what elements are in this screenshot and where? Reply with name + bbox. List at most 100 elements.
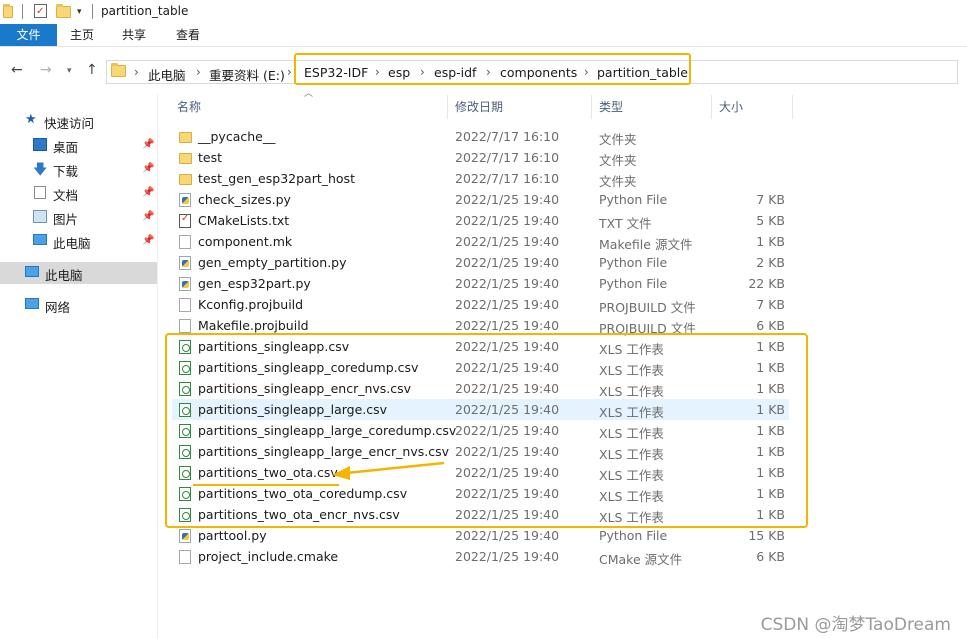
folder-icon [179, 174, 192, 185]
file-date: 2022/1/25 19:40 [455, 255, 560, 270]
file-row[interactable]: component.mk 2022/1/25 19:40 Makefile 源文… [172, 231, 789, 252]
annotation-arrow-icon [332, 461, 445, 480]
pin-icon[interactable]: 📌 [142, 211, 154, 222]
file-type: 文件夹 [599, 132, 637, 147]
annotation-underline [193, 484, 339, 486]
pictures-icon [33, 210, 47, 223]
file-row[interactable]: project_include.cmake 2022/1/25 19:40 CM… [172, 546, 789, 567]
back-arrow-icon[interactable]: ← [11, 62, 23, 78]
pin-icon[interactable]: 📌 [142, 139, 154, 150]
file-date: 2022/1/25 19:40 [455, 276, 560, 291]
sidebar-item-label: 下载 [53, 164, 79, 179]
file-name: parttool.py [198, 528, 267, 543]
forward-arrow-icon[interactable]: → [40, 62, 52, 78]
sidebar-item-label: 桌面 [53, 140, 79, 155]
column-divider[interactable] [711, 95, 712, 119]
sidebar-item-pictures[interactable]: 图片 📌 [0, 206, 157, 228]
file-row[interactable]: parttool.py 2022/1/25 19:40 Python File … [172, 525, 789, 546]
file-name: test [198, 150, 223, 165]
column-divider[interactable] [447, 95, 448, 119]
csv-files-highlight-box [165, 333, 808, 528]
file-row[interactable]: gen_esp32part.py 2022/1/25 19:40 Python … [172, 273, 789, 294]
file-size: 15 KB [748, 528, 785, 543]
tab-share[interactable]: 共享 [112, 24, 156, 46]
title-bar: ✓ ▾ partition_table [0, 0, 967, 24]
file-type: TXT 文件 [599, 216, 652, 231]
sidebar-item-documents[interactable]: 文档 📌 [0, 182, 157, 204]
divider [92, 4, 93, 19]
document-icon [179, 319, 191, 333]
sidebar-item-label: 此电脑 [53, 236, 91, 251]
file-row[interactable]: CMakeLists.txt 2022/1/25 19:40 TXT 文件 5 … [172, 210, 789, 231]
file-name: Kconfig.projbuild [198, 297, 304, 312]
breadcrumb-drive-e[interactable]: 重要资料 (E:) [209, 65, 285, 84]
address-highlight-box [294, 53, 691, 85]
sidebar-item-label: 此电脑 [45, 268, 83, 283]
file-size: 7 KB [756, 192, 785, 207]
file-type: PROJBUILD 文件 [599, 300, 696, 315]
pin-icon[interactable]: 📌 [142, 235, 154, 246]
folder-icon [179, 132, 192, 143]
sidebar-item-this-pc-pinned[interactable]: 此电脑 📌 [0, 230, 157, 252]
sidebar-item-desktop[interactable]: 桌面 📌 [0, 134, 157, 156]
column-header-size[interactable]: 大小 [719, 98, 743, 115]
window-title: partition_table [101, 4, 189, 18]
sidebar-item-this-pc[interactable]: 此电脑 [0, 262, 157, 284]
watermark: CSDN @淘梦TaoDream [760, 615, 951, 635]
file-size: 1 KB [756, 234, 785, 249]
text-file-icon [179, 213, 191, 228]
network-icon [25, 298, 39, 309]
recent-locations-chevron-icon[interactable]: ▾ [67, 66, 72, 76]
chevron-down-icon[interactable]: ▾ [77, 4, 82, 20]
breadcrumb-this-pc[interactable]: 此电脑 [148, 65, 186, 84]
file-row[interactable]: test 2022/7/17 16:10 文件夹 [172, 147, 789, 168]
file-date: 2022/1/25 19:40 [455, 549, 560, 564]
file-name: component.mk [198, 234, 293, 249]
up-arrow-icon[interactable]: ↑ [86, 62, 98, 78]
python-file-icon [179, 193, 191, 207]
file-name: gen_empty_partition.py [198, 255, 347, 270]
file-date: 2022/1/25 19:40 [455, 297, 560, 312]
file-date: 2022/7/17 16:10 [455, 171, 560, 186]
file-row[interactable]: test_gen_esp32part_host 2022/7/17 16:10 … [172, 168, 789, 189]
python-file-icon [179, 256, 191, 270]
pin-icon[interactable]: 📌 [142, 163, 154, 174]
tab-view[interactable]: 查看 [166, 24, 210, 46]
sidebar-item-label: 图片 [53, 212, 79, 227]
file-row[interactable]: __pycache__ 2022/7/17 16:10 文件夹 [172, 126, 789, 147]
tab-file[interactable]: 文件 [0, 24, 57, 46]
column-header-date[interactable]: 修改日期 [455, 98, 503, 115]
file-type: Makefile 源文件 [599, 237, 693, 252]
file-type: CMake 源文件 [599, 552, 683, 567]
file-size: 2 KB [756, 255, 785, 270]
tab-home[interactable]: 主页 [60, 24, 104, 46]
computer-icon [33, 234, 47, 245]
file-row[interactable]: gen_empty_partition.py 2022/1/25 19:40 P… [172, 252, 789, 273]
column-divider[interactable] [591, 95, 592, 119]
folder-icon [179, 153, 192, 164]
column-header-name[interactable]: 名称 [177, 98, 201, 115]
column-divider[interactable] [792, 95, 793, 119]
file-name: project_include.cmake [198, 549, 339, 564]
file-date: 2022/1/25 19:40 [455, 213, 560, 228]
file-type: 文件夹 [599, 174, 637, 189]
document-icon [179, 550, 191, 564]
file-type: Python File [599, 528, 668, 543]
document-icon [179, 235, 191, 249]
file-type: 文件夹 [599, 153, 637, 168]
column-header-type[interactable]: 类型 [599, 98, 623, 115]
sort-up-icon: ︿ [304, 89, 314, 99]
file-row[interactable]: Kconfig.projbuild 2022/1/25 19:40 PROJBU… [172, 294, 789, 315]
file-date: 2022/7/17 16:10 [455, 150, 560, 165]
properties-icon[interactable]: ✓ [34, 4, 47, 18]
file-date: 2022/1/25 19:40 [455, 234, 560, 249]
file-size: 7 KB [756, 297, 785, 312]
file-date: 2022/1/25 19:40 [455, 528, 560, 543]
python-file-icon [179, 277, 191, 291]
file-row[interactable]: check_sizes.py 2022/1/25 19:40 Python Fi… [172, 189, 789, 210]
new-folder-icon[interactable] [56, 4, 71, 20]
pin-icon[interactable]: 📌 [142, 187, 154, 198]
sidebar-item-quick-access[interactable]: ★ 快速访问 [0, 110, 157, 132]
sidebar-item-downloads[interactable]: 🡇 下载 📌 [0, 158, 157, 180]
sidebar-item-network[interactable]: 网络 [0, 294, 157, 316]
